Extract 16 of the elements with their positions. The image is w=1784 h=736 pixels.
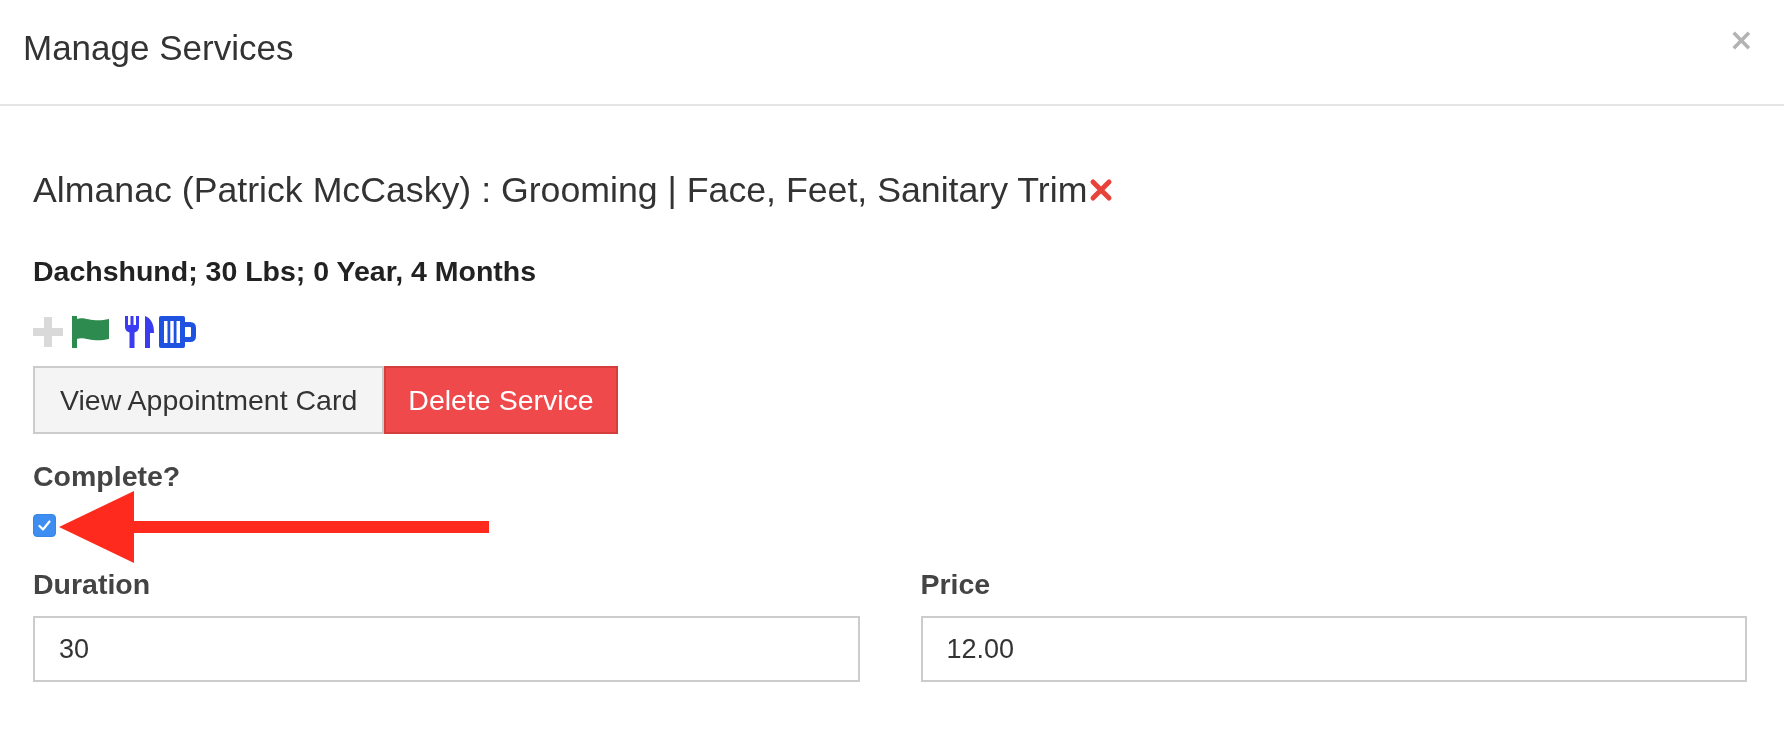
action-button[interactable]: Delete Service	[384, 366, 618, 434]
check-icon	[38, 520, 51, 531]
flag-icon[interactable]	[72, 316, 109, 348]
field-label: Price	[920, 568, 991, 600]
fork-knife-icon[interactable]	[125, 316, 156, 348]
pet-details: Dachshund; 30 Lbs; 0 Year, 4 Months	[33, 255, 537, 287]
input-field[interactable]: 30	[33, 616, 860, 682]
mug-icon[interactable]	[159, 316, 196, 348]
complete-checkbox[interactable]	[33, 514, 56, 537]
field-label: Duration	[33, 568, 151, 600]
action-button[interactable]: View Appointment Card	[33, 366, 385, 434]
complete-label: Complete?	[33, 460, 181, 492]
input-field[interactable]: 12.00	[920, 616, 1747, 682]
service-title: Almanac (Patrick McCasky) : Grooming | Face, Feet, Sanitary Trim	[33, 170, 1088, 210]
dialog-title: Manage Services	[23, 28, 294, 68]
cross-icon[interactable]	[1089, 178, 1114, 202]
